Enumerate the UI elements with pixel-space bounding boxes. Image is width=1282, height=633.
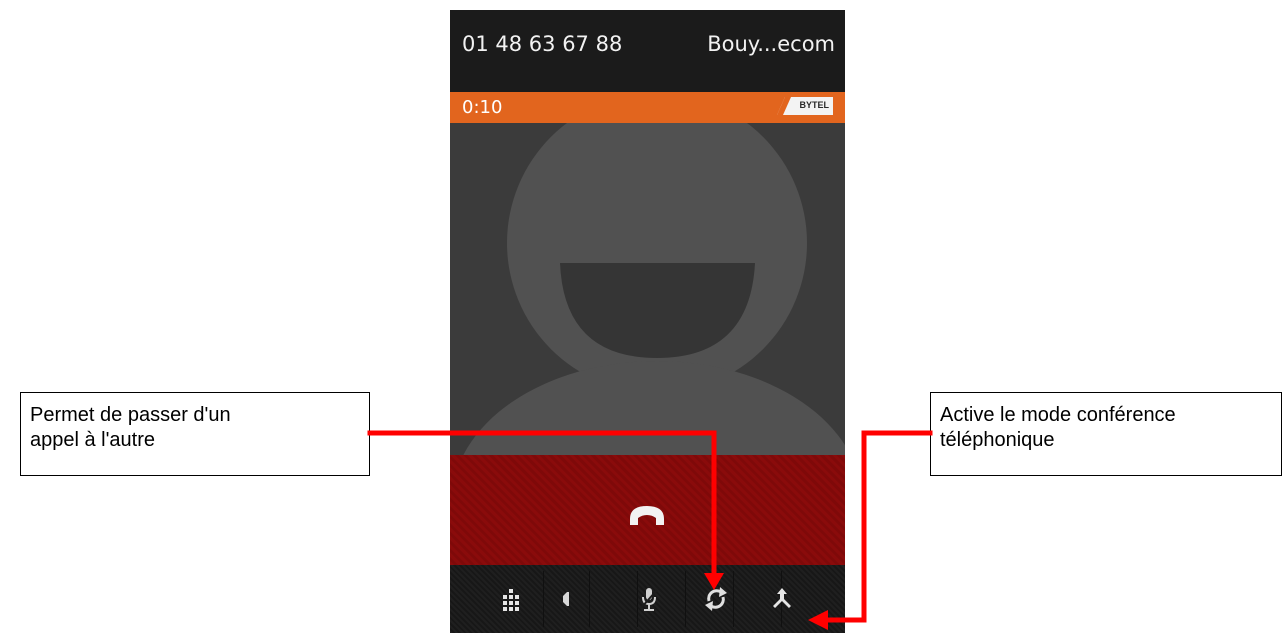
annotation-line: Active le mode conférence bbox=[940, 404, 1176, 426]
hang-up-icon bbox=[630, 506, 664, 525]
swap-calls-annotation: Permet de passer d'un appel à l'autre bbox=[20, 392, 370, 476]
annotation-line: téléphonique bbox=[940, 429, 1055, 451]
dialpad-button[interactable] bbox=[488, 565, 533, 633]
annotation-line: appel à l'autre bbox=[30, 429, 156, 451]
swap-calls-button[interactable] bbox=[693, 565, 738, 633]
operator-name: Bouy...ecom bbox=[707, 32, 835, 56]
speaker-icon bbox=[562, 592, 569, 606]
toolbar-separator bbox=[589, 571, 590, 627]
speaker-button[interactable] bbox=[544, 565, 589, 633]
call-toolbar bbox=[450, 565, 845, 633]
conference-annotation: Active le mode conférence téléphonique bbox=[930, 392, 1282, 476]
mute-button[interactable] bbox=[626, 565, 671, 633]
merge-calls-icon bbox=[772, 588, 791, 608]
merge-calls-button[interactable] bbox=[759, 565, 804, 633]
end-call-area bbox=[450, 455, 845, 565]
call-timer: 0:10 bbox=[462, 97, 503, 118]
operator-badge: BYTEL bbox=[777, 97, 833, 115]
call-status-bar: 0:10 BYTEL bbox=[450, 92, 845, 123]
contact-avatar bbox=[450, 93, 845, 633]
swap-calls-icon bbox=[704, 587, 727, 611]
dialpad-icon bbox=[502, 589, 519, 611]
call-header: 01 48 63 67 88 Bouy...ecom bbox=[450, 10, 845, 92]
mic-icon bbox=[639, 588, 658, 611]
end-call-button[interactable] bbox=[600, 470, 695, 550]
caller-number: 01 48 63 67 88 bbox=[462, 32, 623, 56]
default-contact-icon bbox=[452, 93, 845, 633]
in-call-screen: 01 48 63 67 88 Bouy...ecom 0:10 BYTEL bbox=[450, 10, 845, 633]
badge-label: BYTEL bbox=[799, 100, 829, 110]
toolbar-separator bbox=[685, 571, 686, 627]
annotation-line: Permet de passer d'un bbox=[30, 404, 231, 426]
